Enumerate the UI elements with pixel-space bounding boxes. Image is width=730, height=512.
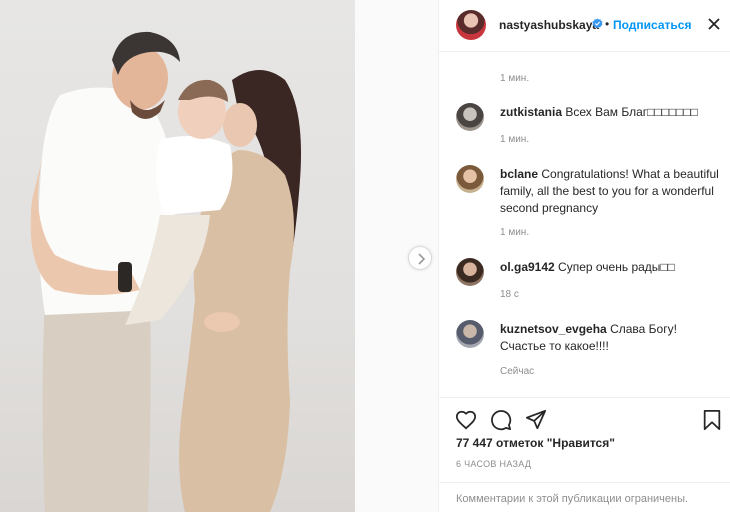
heart-outline-icon[interactable] [455, 409, 477, 431]
comment-text: Супер очень рады□□ [558, 260, 675, 274]
caption-timestamp: 1 мин. [500, 73, 530, 84]
comment-body: kuznetsov_evgeha Слава Богу! Счастье то … [500, 321, 720, 355]
post-media-pane [0, 0, 438, 512]
author-username[interactable]: nastyashubskaya [499, 18, 599, 32]
close-x-icon[interactable] [706, 16, 722, 32]
post-age[interactable]: 6 ЧАСОВ НАЗАД [456, 459, 531, 469]
paper-plane-icon[interactable] [525, 409, 547, 431]
comment-username[interactable]: zutkistania [500, 105, 562, 119]
next-media-button[interactable] [408, 246, 432, 270]
comment-time: Сейчас [500, 366, 535, 377]
header-separator: • [605, 17, 610, 31]
commenter-avatar[interactable] [456, 165, 484, 193]
commenter-avatar[interactable] [456, 320, 484, 348]
post-side-panel: nastyashubskaya • Подписаться 1 мин. zut… [438, 0, 730, 512]
comment-time: 1 мин. [500, 134, 530, 145]
family-photo-illustration [30, 31, 301, 512]
comments-restricted-text: Комментарии к этой публикации ограничены… [456, 493, 689, 505]
chevron-right-icon [418, 253, 426, 265]
comment-body: ol.ga9142 Супер очень рады□□ [500, 259, 720, 276]
comments-restricted-notice: Комментарии к этой публикации ограничены… [439, 482, 730, 512]
comment-text: Всех Вам Благ□□□□□□□ [565, 105, 698, 119]
comment-body: bclane Congratulations! What a beautiful… [500, 166, 720, 217]
follow-button[interactable]: Подписаться [613, 18, 691, 32]
post-header: nastyashubskaya • Подписаться [439, 0, 730, 52]
commenter-avatar[interactable] [456, 103, 484, 131]
likes-count[interactable]: 77 447 отметок "Нравится" [456, 436, 615, 450]
comment-body: zutkistania Всех Вам Благ□□□□□□□ [500, 104, 720, 121]
comment-username[interactable]: bclane [500, 167, 538, 181]
comment-time: 1 мин. [500, 227, 530, 238]
author-avatar[interactable] [456, 10, 486, 40]
comments-list[interactable]: 1 мин. zutkistania Всех Вам Благ□□□□□□□ … [439, 53, 730, 397]
post-photo[interactable] [0, 0, 355, 512]
commenter-avatar[interactable] [456, 258, 484, 286]
verified-badge-icon [592, 18, 603, 29]
post-actions: 77 447 отметок "Нравится" 6 ЧАСОВ НАЗАД … [439, 397, 730, 512]
bookmark-icon[interactable] [701, 409, 723, 431]
comment-time: 18 с [500, 289, 519, 300]
comment-username[interactable]: kuznetsov_evgeha [500, 322, 607, 336]
comment-username[interactable]: ol.ga9142 [500, 260, 555, 274]
comment-bubble-icon[interactable] [490, 409, 512, 431]
